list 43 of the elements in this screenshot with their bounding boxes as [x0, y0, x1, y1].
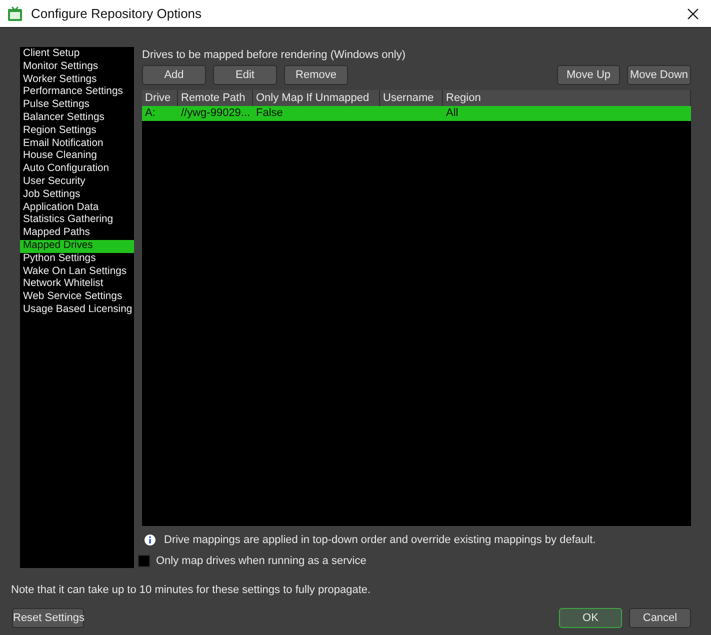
reset-button[interactable]: Reset Settings — [12, 608, 84, 628]
sidebar-item[interactable]: Pulse Settings — [20, 99, 134, 112]
toolbar-button[interactable]: Move Up — [557, 65, 620, 85]
note-text: Note that it can take up to 10 minutes for these settings to fully propagate. — [11, 584, 372, 598]
table-cell: All — [446, 107, 458, 119]
sidebar-item[interactable]: Mapped Drives — [20, 240, 134, 253]
sidebar-item[interactable]: Client Setup — [20, 48, 134, 61]
info-text: Drive mappings are applied in top-down order and override existing mappings by default. — [164, 534, 596, 546]
toolbar-button[interactable]: Edit — [213, 65, 277, 85]
toolbar-button[interactable]: Move Down — [627, 65, 691, 85]
sidebar-item[interactable]: Job Settings — [20, 188, 134, 202]
table-cell: A: — [145, 107, 156, 119]
toolbar-button[interactable]: Add — [142, 65, 206, 85]
table-cell: False — [256, 107, 283, 119]
cancel-button[interactable]: Cancel — [629, 608, 691, 628]
ok-button[interactable]: OK — [559, 608, 622, 628]
tv-app-icon — [7, 6, 23, 22]
sidebar-item[interactable]: Auto Configuration — [20, 163, 134, 176]
checkbox-label: Only map drives when running as a service — [156, 555, 366, 567]
toolbar-button[interactable]: Remove — [284, 65, 348, 85]
sidebar-item[interactable]: Region Settings — [20, 124, 134, 138]
sidebar-item[interactable]: Monitor Settings — [20, 60, 134, 74]
sidebar-item[interactable]: Usage Based Licensing — [20, 304, 134, 317]
sidebar-item[interactable]: Application Data — [20, 202, 134, 214]
sidebar-item[interactable]: User Security — [20, 176, 134, 189]
table-row[interactable]: A: //ywg-99029... False All — [142, 106, 691, 121]
sidebar-item[interactable]: Performance Settings — [20, 86, 134, 100]
sidebar-item[interactable]: Network Whitelist — [20, 278, 134, 292]
sidebar-item[interactable]: Balancer Settings — [20, 112, 134, 125]
sidebar-item[interactable]: House Cleaning — [20, 150, 134, 164]
table-cell: //ywg-99029... — [181, 107, 250, 119]
sidebar-item[interactable]: Email Notification — [20, 138, 134, 150]
sidebar-item[interactable]: Statistics Gathering — [20, 214, 134, 228]
window-title: Configure Repository Options — [31, 6, 203, 21]
sidebar-item[interactable]: Worker Settings — [20, 74, 134, 86]
sidebar-item[interactable]: Python Settings — [20, 252, 134, 266]
sidebar-item[interactable]: Wake On Lan Settings — [20, 266, 134, 278]
checkbox[interactable] — [138, 555, 150, 567]
sidebar-item[interactable]: Web Service Settings — [20, 291, 134, 304]
sidebar-item[interactable]: Mapped Paths — [20, 227, 134, 240]
close-icon[interactable] — [687, 8, 699, 20]
section-heading: Drives to be mapped before rendering (Windows only) — [142, 48, 407, 62]
info-icon — [144, 534, 156, 546]
